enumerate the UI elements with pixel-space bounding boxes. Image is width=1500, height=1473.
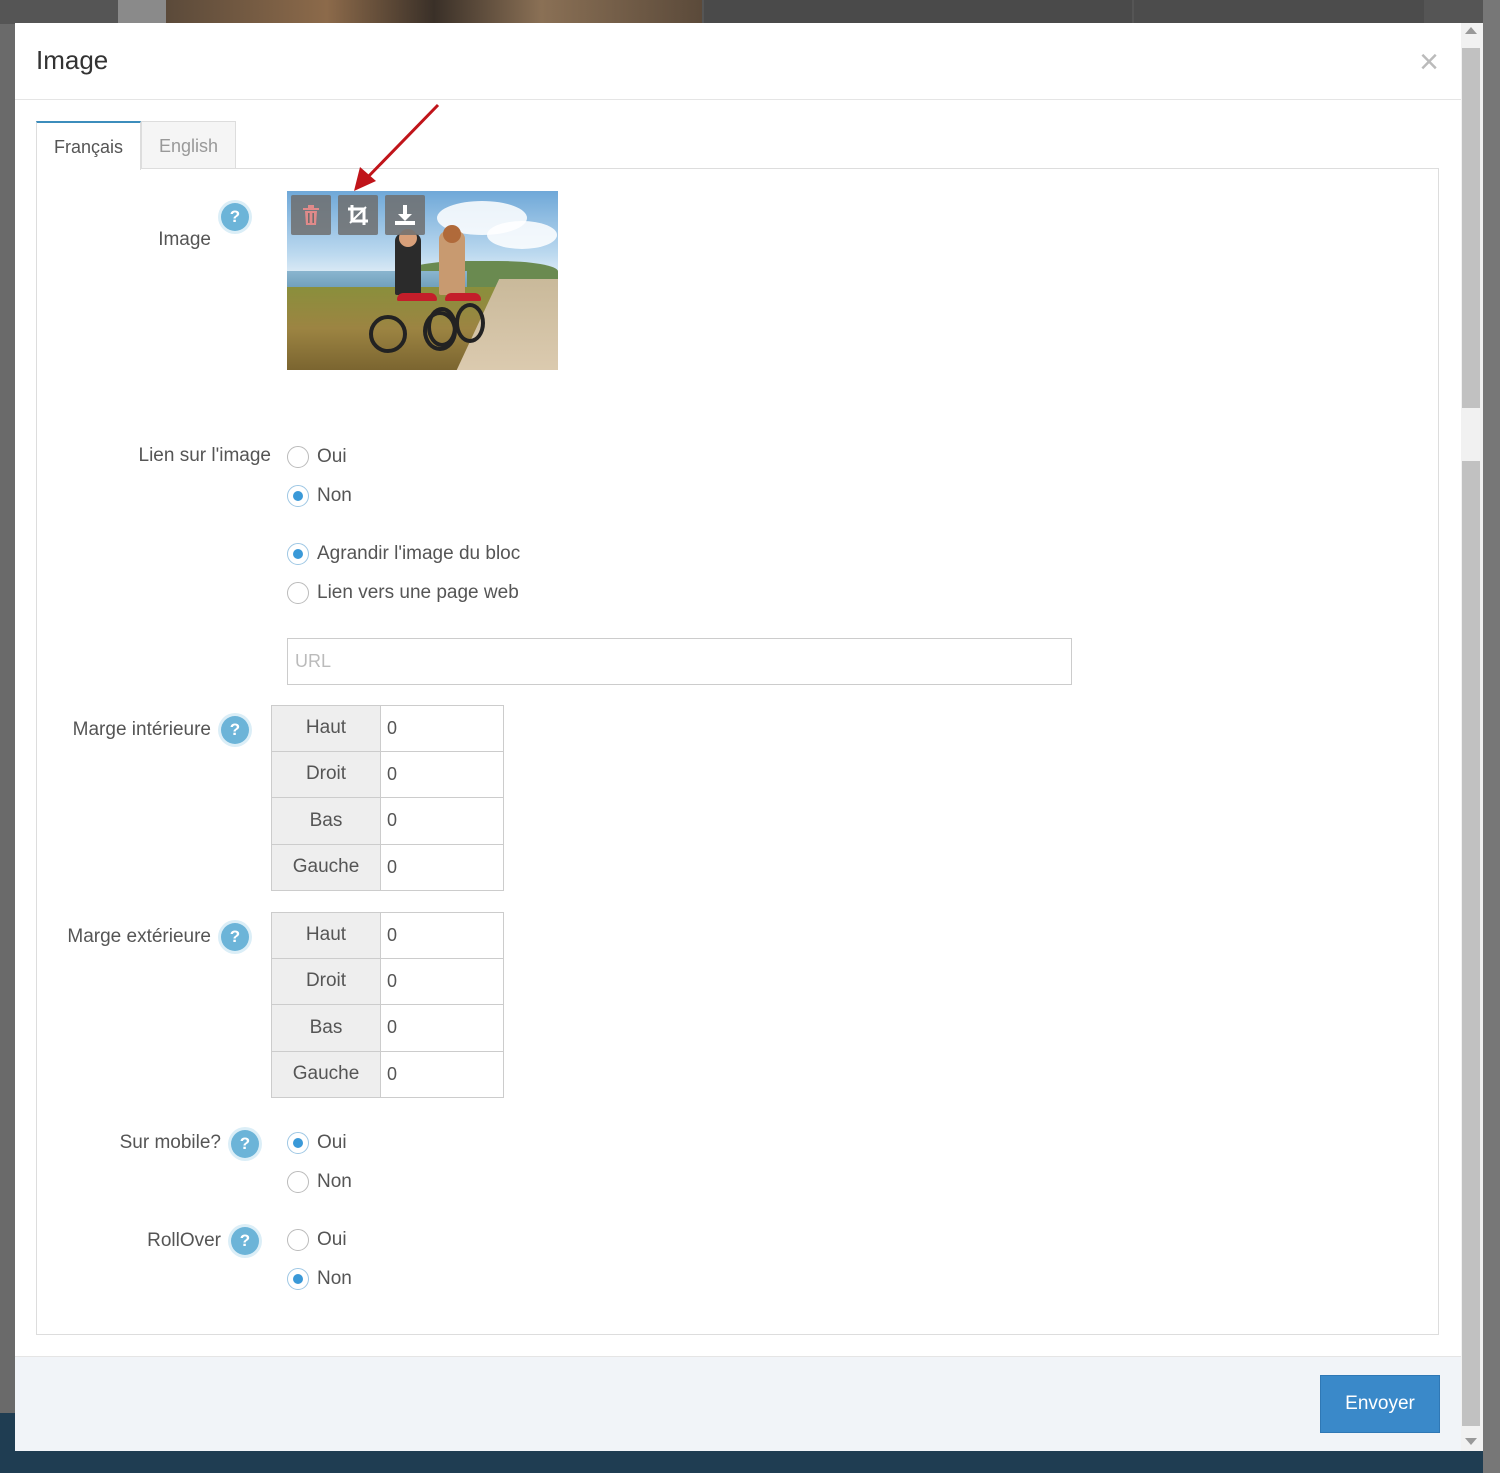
- crop-icon: [348, 205, 368, 225]
- outer-margin-help-icon[interactable]: ?: [221, 923, 249, 951]
- submit-button[interactable]: Envoyer: [1320, 1375, 1440, 1433]
- backdrop-strip: [1134, 0, 1424, 24]
- radio-button[interactable]: [287, 446, 309, 468]
- radio-button[interactable]: [287, 582, 309, 604]
- tab-content: [36, 168, 1439, 1335]
- language-tabs: Français English: [36, 121, 237, 170]
- trash-icon: [303, 205, 319, 225]
- mobile-option-non[interactable]: Non: [287, 1167, 352, 1197]
- radio-label: Non: [317, 485, 352, 506]
- scroll-down-icon[interactable]: [1465, 1438, 1477, 1445]
- outer-margin-label: Marge extérieure: [67, 926, 211, 947]
- margin-side-label: Bas: [271, 798, 381, 845]
- margin-value-input[interactable]: 0: [381, 705, 504, 752]
- link-suboption-enlarge[interactable]: Agrandir l'image du bloc: [287, 539, 520, 569]
- image-help-icon[interactable]: ?: [221, 203, 249, 231]
- radio-label: Non: [317, 1171, 352, 1192]
- image-modal: Image × Français English Image ? Lien su…: [15, 23, 1461, 1451]
- margin-value-input[interactable]: 0: [381, 912, 504, 959]
- margin-value-input[interactable]: 0: [381, 798, 504, 845]
- image-label: Image: [158, 229, 211, 250]
- radio-button[interactable]: [287, 485, 309, 507]
- margin-value-input[interactable]: 0: [381, 844, 504, 891]
- radio-button[interactable]: [287, 543, 309, 565]
- margin-side-label: Droit: [271, 958, 381, 1005]
- tab-francais[interactable]: Français: [36, 121, 142, 170]
- margin-row: Bas 0: [271, 1005, 504, 1052]
- margin-row: Haut 0: [271, 705, 504, 752]
- radio-button[interactable]: [287, 1229, 309, 1251]
- link-label: Lien sur l'image: [138, 445, 271, 466]
- scroll-up-icon[interactable]: [1465, 27, 1477, 34]
- mobile-help-icon[interactable]: ?: [231, 1130, 259, 1158]
- rollover-option-non[interactable]: Non: [287, 1264, 352, 1294]
- margin-row: Gauche 0: [271, 844, 504, 891]
- mobile-option-oui[interactable]: Oui: [287, 1128, 347, 1158]
- radio-label: Oui: [317, 1229, 347, 1250]
- url-input[interactable]: [287, 638, 1072, 685]
- margin-row: Haut 0: [271, 912, 504, 959]
- radio-button[interactable]: [287, 1171, 309, 1193]
- radio-label: Oui: [317, 446, 347, 467]
- margin-value-input[interactable]: 0: [381, 751, 504, 798]
- margin-side-label: Haut: [271, 912, 381, 959]
- margin-value-input[interactable]: 0: [381, 1051, 504, 1098]
- radio-label: Non: [317, 1268, 352, 1289]
- margin-row: Droit 0: [271, 751, 504, 798]
- backdrop-strip: [118, 0, 166, 24]
- radio-button[interactable]: [287, 1268, 309, 1290]
- image-preview: [287, 191, 558, 370]
- margin-row: Droit 0: [271, 958, 504, 1005]
- link-option-oui[interactable]: Oui: [287, 442, 347, 472]
- backdrop-right-edge: [1483, 0, 1500, 1473]
- rollover-option-oui[interactable]: Oui: [287, 1225, 347, 1255]
- rollover-label: RollOver: [147, 1230, 221, 1251]
- modal-header: Image ×: [15, 23, 1461, 100]
- annotation-arrow: [354, 103, 440, 191]
- download-icon: [395, 205, 415, 225]
- margin-side-label: Droit: [271, 751, 381, 798]
- download-image-button[interactable]: [385, 195, 425, 235]
- margin-row: Gauche 0: [271, 1051, 504, 1098]
- mobile-label: Sur mobile?: [119, 1132, 221, 1153]
- backdrop-strip: [704, 0, 1132, 24]
- link-option-non[interactable]: Non: [287, 481, 352, 511]
- margin-row: Bas 0: [271, 798, 504, 845]
- close-icon[interactable]: ×: [1419, 45, 1439, 79]
- radio-label: Agrandir l'image du bloc: [317, 543, 521, 564]
- image-toolbar: [291, 195, 425, 235]
- radio-label: Lien vers une page web: [317, 582, 519, 603]
- inner-margin-help-icon[interactable]: ?: [221, 716, 249, 744]
- radio-label: Oui: [317, 1132, 347, 1153]
- scrollbar-track-lower[interactable]: [1462, 461, 1480, 1426]
- modal-title: Image: [36, 45, 109, 75]
- tab-english[interactable]: English: [141, 121, 237, 169]
- margin-value-input[interactable]: 0: [381, 958, 504, 1005]
- radio-button[interactable]: [287, 1132, 309, 1154]
- crop-image-button[interactable]: [338, 195, 378, 235]
- modal-footer: Envoyer: [15, 1356, 1461, 1451]
- outer-margin-table: Haut 0 Droit 0 Bas 0 Gauche 0: [271, 912, 504, 1098]
- margin-side-label: Gauche: [271, 844, 381, 891]
- modal-scrollbar[interactable]: [1461, 23, 1483, 1451]
- margin-side-label: Gauche: [271, 1051, 381, 1098]
- margin-side-label: Bas: [271, 1005, 381, 1052]
- backdrop-photo: [166, 0, 702, 24]
- delete-image-button[interactable]: [291, 195, 331, 235]
- inner-margin-label: Marge intérieure: [72, 719, 211, 740]
- rollover-help-icon[interactable]: ?: [231, 1227, 259, 1255]
- link-suboption-webpage[interactable]: Lien vers une page web: [287, 578, 519, 608]
- margin-side-label: Haut: [271, 705, 381, 752]
- inner-margin-table: Haut 0 Droit 0 Bas 0 Gauche 0: [271, 705, 504, 891]
- margin-value-input[interactable]: 0: [381, 1005, 504, 1052]
- scrollbar-thumb[interactable]: [1462, 48, 1480, 408]
- backdrop-top: [0, 0, 1500, 24]
